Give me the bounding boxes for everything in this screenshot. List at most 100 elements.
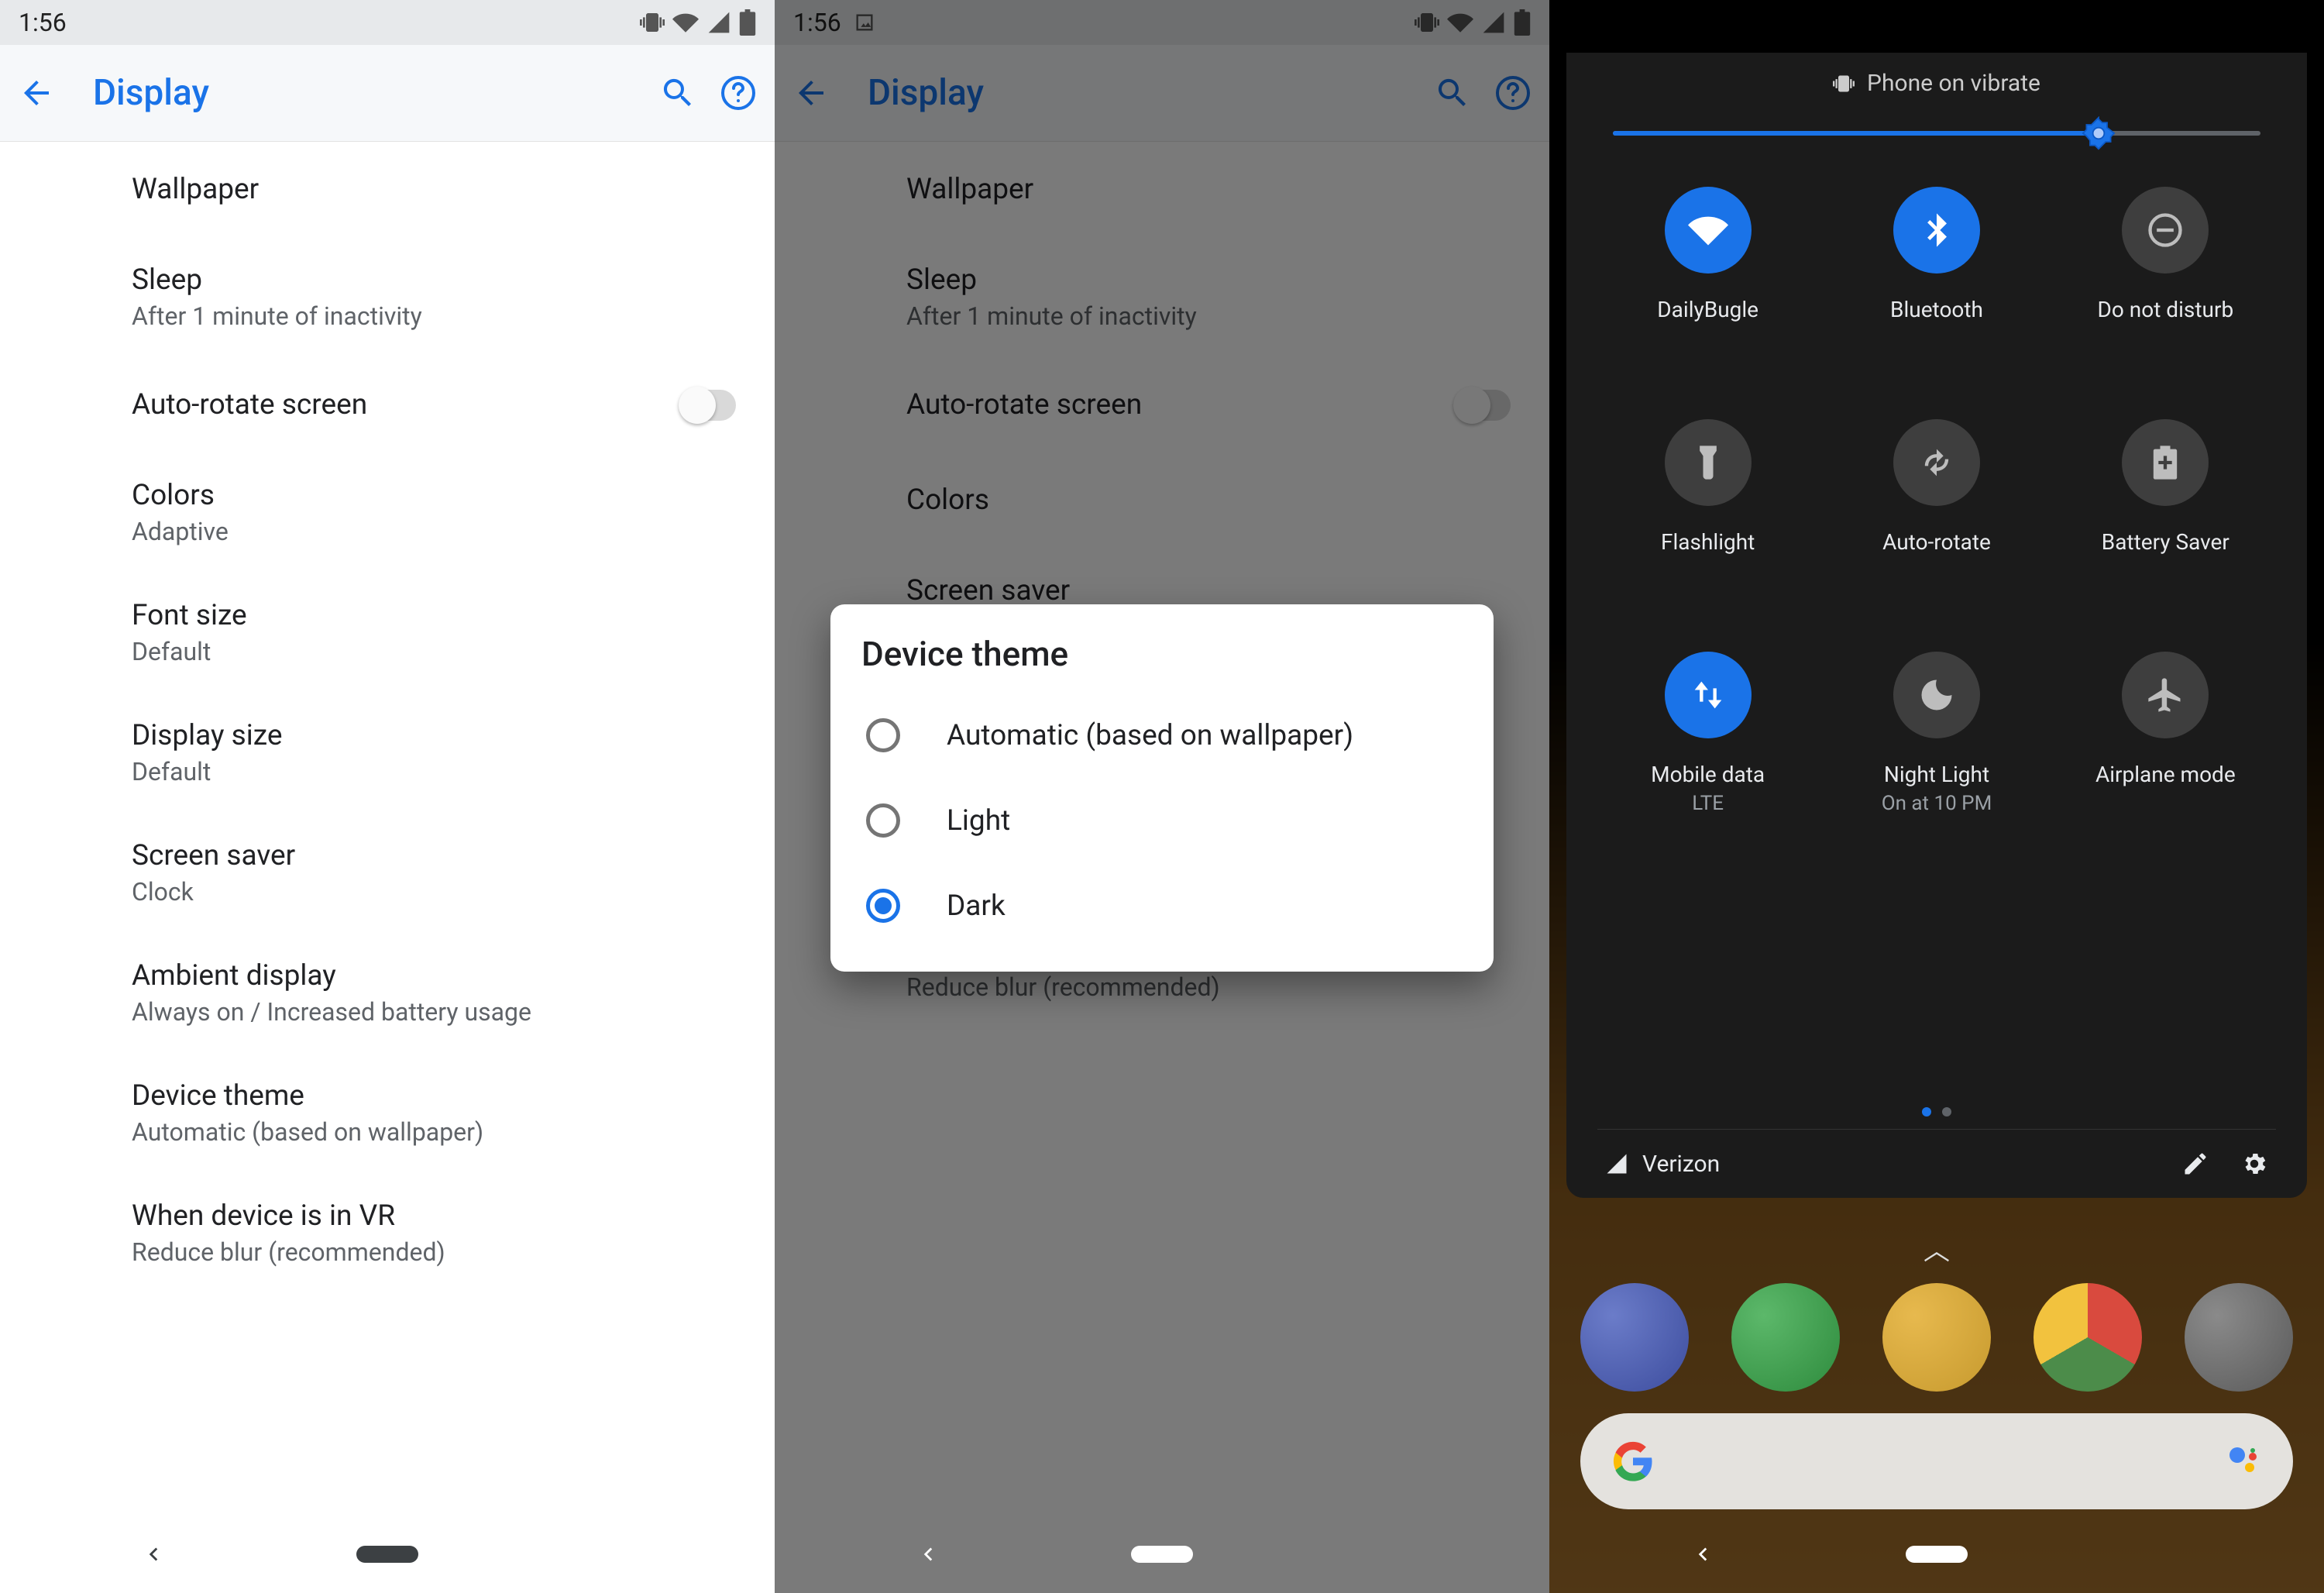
vibrate-icon	[1833, 73, 1855, 95]
nav-home-pill[interactable]	[1906, 1546, 1968, 1563]
carrier-label: Verizon	[1605, 1151, 1720, 1178]
flashlight-icon	[1688, 442, 1728, 483]
settings-row[interactable]: Screen saver Clock	[0, 813, 775, 933]
row-title: When device is in VR	[132, 1199, 775, 1233]
brightness-slider[interactable]	[1613, 131, 2260, 136]
qs-tile-circle	[2122, 187, 2209, 274]
nav-bar	[775, 1516, 1549, 1593]
row-title: Sleep	[132, 263, 775, 297]
settings-row[interactable]: Auto-rotate screen	[0, 357, 775, 452]
settings-row[interactable]: Wallpaper	[0, 142, 775, 237]
nav-home-pill[interactable]	[356, 1546, 418, 1563]
radio-label: Dark	[947, 889, 1006, 923]
ringer-label: Phone on vibrate	[1867, 70, 2040, 97]
pencil-icon	[2181, 1150, 2209, 1178]
qs-tile-label: Flashlight	[1661, 529, 1755, 555]
quick-settings-footer: Verizon	[1597, 1129, 2276, 1190]
qs-tile-label: Auto-rotate	[1882, 529, 1991, 555]
bluetooth-icon	[1917, 210, 1957, 250]
slack-app-icon[interactable]	[1882, 1283, 1991, 1392]
airplane-icon	[2145, 675, 2185, 715]
settings-button[interactable]	[2240, 1150, 2268, 1178]
row-subtitle: Automatic (based on wallpaper)	[132, 1117, 775, 1147]
battery-icon	[739, 9, 756, 36]
qs-tile[interactable]: DailyBugle	[1597, 171, 1818, 396]
qs-tile-circle	[1893, 187, 1980, 274]
radio-option[interactable]: Light	[861, 778, 1463, 863]
radio-button[interactable]	[866, 803, 900, 838]
row-subtitle: Clock	[132, 877, 775, 907]
qs-tile[interactable]: Battery Saver	[2055, 404, 2276, 628]
qs-tile-circle	[2122, 652, 2209, 738]
row-subtitle: Default	[132, 757, 775, 786]
qs-tile-circle	[1665, 187, 1752, 274]
qs-tile-sub: On at 10 PM	[1882, 792, 1992, 815]
help-icon	[720, 74, 757, 112]
assistant-icon	[2225, 1443, 2262, 1480]
app-drawer-handle[interactable]: ︿	[1923, 1230, 1950, 1268]
dnd-icon	[2145, 210, 2185, 250]
hangouts-app-icon[interactable]	[1731, 1283, 1840, 1392]
qs-tile[interactable]: Airplane mode	[2055, 636, 2276, 861]
settings-row[interactable]: Font sizeDefault	[0, 573, 775, 693]
row-subtitle: Always on / Increased battery usage	[132, 997, 775, 1027]
chevron-left-icon	[1689, 1541, 1715, 1567]
quick-settings-panel: Phone on vibrate DailyBugle Bluetooth Do n…	[1566, 53, 2307, 1198]
row-title: Colors	[132, 479, 775, 512]
settings-row[interactable]: Ambient displayAlways on / Increased bat…	[0, 933, 775, 1053]
nav-back-button[interactable]	[139, 1541, 166, 1567]
toggle-switch[interactable]	[679, 390, 736, 421]
edit-tiles-button[interactable]	[2181, 1150, 2209, 1178]
qs-tile[interactable]: Auto-rotate	[1826, 404, 2047, 628]
settings-row[interactable]: Colors Adaptive	[0, 452, 775, 573]
qs-tile[interactable]: Do not disturb	[2055, 171, 2276, 396]
qs-tile[interactable]: Night LightOn at 10 PM	[1826, 636, 2047, 861]
radio-option[interactable]: Automatic (based on wallpaper)	[861, 693, 1463, 778]
app-bar: Display	[0, 45, 775, 142]
qs-tile-label: Bluetooth	[1890, 297, 1983, 322]
nav-back-button[interactable]	[914, 1541, 940, 1567]
radio-button[interactable]	[866, 889, 900, 923]
radio-option[interactable]: Dark	[861, 863, 1463, 948]
camera-app-icon[interactable]	[2185, 1283, 2293, 1392]
qs-tile-label: Battery Saver	[2102, 529, 2229, 555]
nav-bar	[0, 1516, 775, 1593]
settings-row[interactable]: Display size Default	[0, 693, 775, 813]
signal-icon	[706, 10, 731, 35]
help-button[interactable]	[716, 71, 761, 115]
row-subtitle: Reduce blur (recommended)	[132, 1237, 775, 1267]
brightness-icon	[2082, 116, 2116, 150]
settings-row[interactable]: Device themeAutomatic (based on wallpape…	[0, 1053, 775, 1173]
tiles-pager[interactable]	[1597, 1092, 2276, 1129]
row-title: Screen saver	[132, 839, 775, 872]
qs-tile[interactable]: Bluetooth	[1826, 171, 2047, 396]
search-button[interactable]	[655, 71, 700, 115]
qs-tile-circle	[1893, 652, 1980, 738]
row-subtitle: Adaptive	[132, 517, 775, 546]
display-settings-screen: 1:56 Display Wallpaper SleepAfter 1 minut…	[0, 0, 775, 1593]
row-subtitle: Default	[132, 637, 775, 666]
google-search-bar[interactable]	[1580, 1413, 2293, 1509]
qs-tile[interactable]: Mobile dataLTE	[1597, 636, 1818, 861]
phone-app-icon[interactable]	[1580, 1283, 1689, 1392]
row-title: Wallpaper	[132, 173, 775, 206]
nav-back-button[interactable]	[1689, 1541, 1715, 1567]
wifi-icon	[672, 9, 699, 36]
status-bar: 1:56	[0, 0, 775, 45]
settings-row[interactable]: SleepAfter 1 minute of inactivity	[0, 237, 775, 357]
settings-row[interactable]: When device is in VR Reduce blur (recomme…	[0, 1173, 775, 1293]
qs-tile-label: Do not disturb	[2097, 297, 2233, 322]
vibrate-icon	[640, 10, 665, 35]
battery-saver-icon	[2145, 442, 2185, 483]
chrome-app-icon[interactable]	[2033, 1283, 2142, 1392]
row-title: Display size	[132, 719, 775, 752]
ringer-status[interactable]: Phone on vibrate	[1597, 70, 2276, 97]
qs-tile[interactable]: Flashlight	[1597, 404, 1818, 628]
nav-home-pill[interactable]	[1131, 1546, 1193, 1563]
qs-tile-circle	[1665, 419, 1752, 506]
search-icon	[659, 74, 696, 112]
qs-tile-circle	[2122, 419, 2209, 506]
back-button[interactable]	[14, 71, 59, 115]
radio-button[interactable]	[866, 718, 900, 752]
mobile-data-icon	[1688, 675, 1728, 715]
